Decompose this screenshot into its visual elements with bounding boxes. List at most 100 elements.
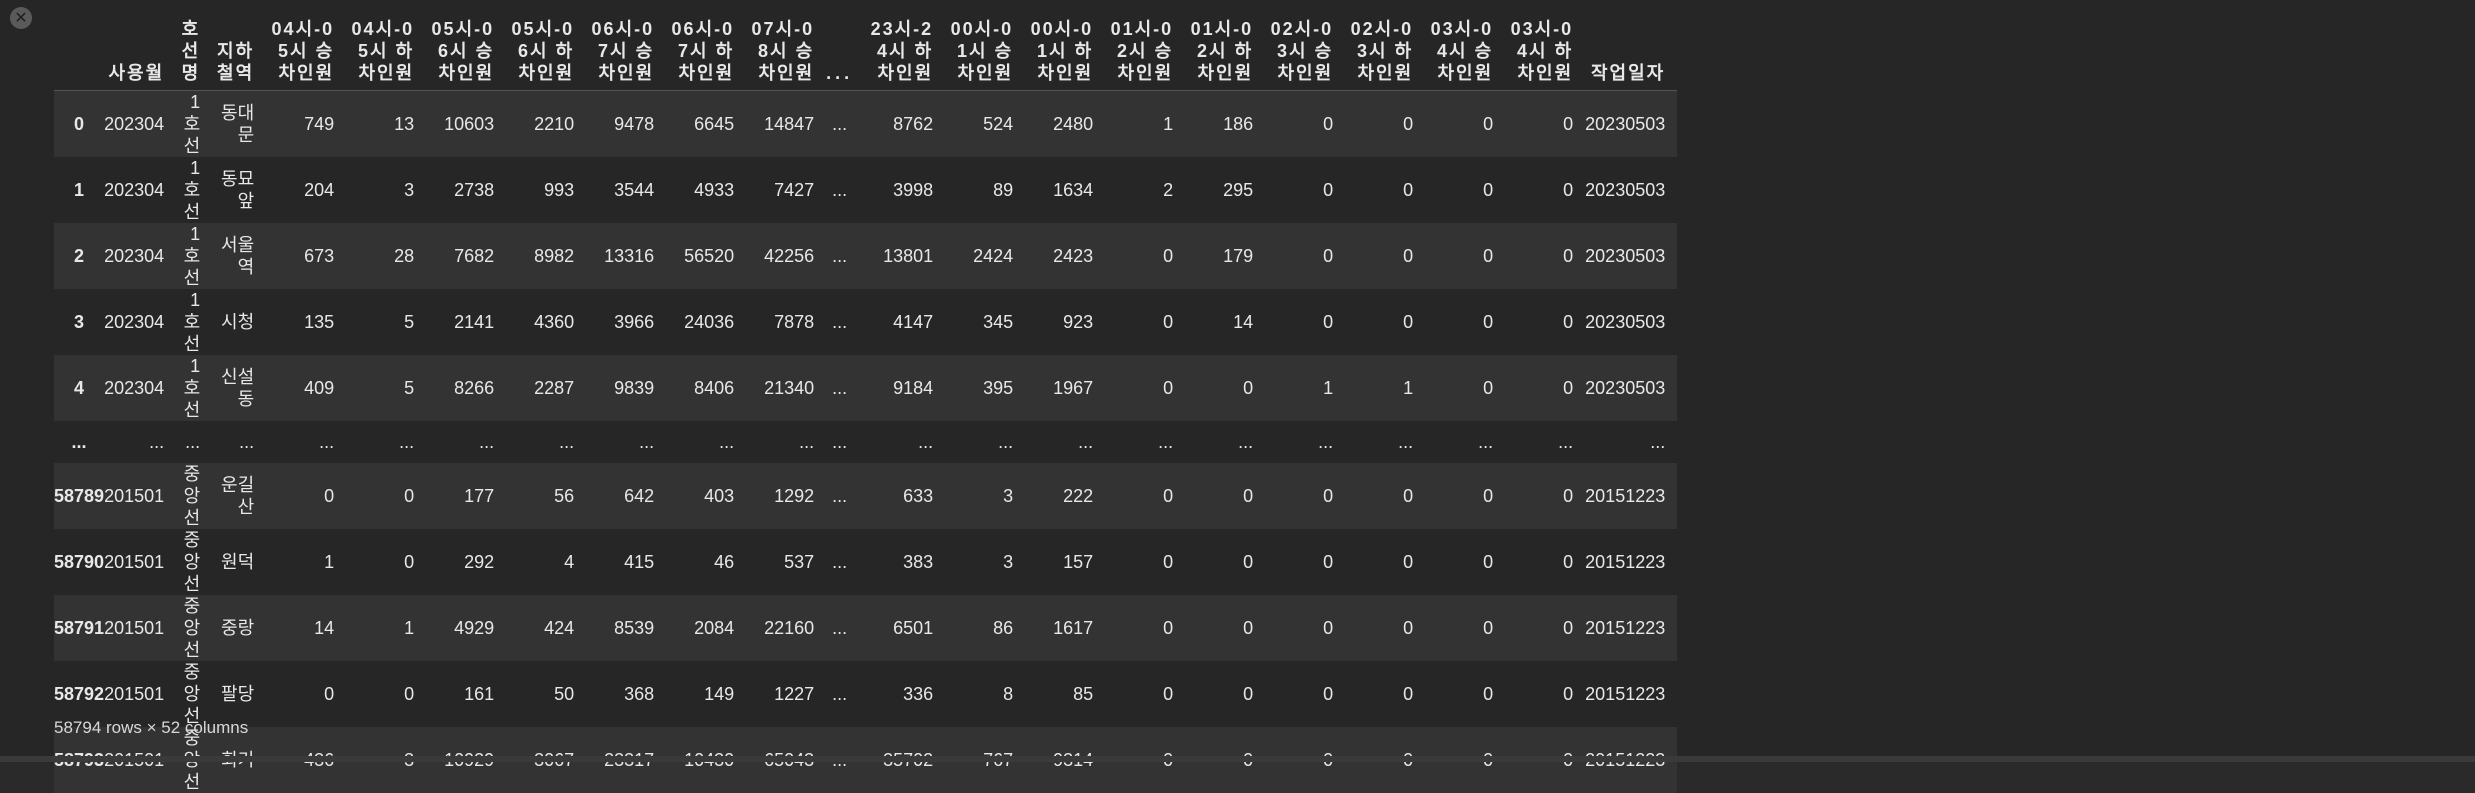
table-cell: ...: [998, 431, 1014, 452]
table-cell: 0: [1243, 377, 1254, 398]
column-header: 00시-01시 하차인원: [1025, 18, 1106, 91]
table-cell: ...: [1078, 431, 1094, 452]
table-cell: 0: [1243, 683, 1254, 704]
table-cell: 0: [1483, 245, 1494, 266]
table-cell: 중앙선: [183, 530, 201, 594]
table-cell: 14: [314, 617, 335, 638]
table-cell: ...: [918, 431, 934, 452]
table-cell: 3544: [614, 179, 655, 200]
table-cell: 5: [404, 377, 415, 398]
table-cell: 0: [1563, 617, 1574, 638]
table-cell: 0: [1323, 311, 1334, 332]
table-cell: 201501: [104, 617, 165, 638]
table-cell: 20151223: [1585, 485, 1666, 506]
table-cell: 0: [1163, 683, 1174, 704]
table-cell: 409: [304, 377, 335, 398]
table-cell: 424: [544, 617, 575, 638]
table-cell: 4147: [893, 311, 934, 332]
table-cell: 4: [564, 551, 575, 572]
table-cell: 403: [704, 485, 735, 506]
table-cell: 7682: [454, 245, 495, 266]
row-index: 4: [74, 377, 85, 398]
table-cell: 8406: [694, 377, 735, 398]
table-cell: 1634: [1053, 179, 1094, 200]
table-cell: ...: [832, 245, 848, 266]
table-cell: 8762: [893, 113, 934, 134]
table-cell: 2210: [534, 113, 575, 134]
column-header: 지하철역: [212, 18, 267, 91]
table-cell: 46: [714, 551, 735, 572]
column-header: 01시-02시 승차인원: [1105, 18, 1186, 91]
table-cell: ...: [832, 617, 848, 638]
table-cell: 8266: [454, 377, 495, 398]
table-cell: 0: [1323, 113, 1334, 134]
column-header: 02시-03시 하차인원: [1345, 18, 1426, 91]
table-cell: 0: [1163, 377, 1174, 398]
table-cell: 0: [1483, 311, 1494, 332]
table-cell: 시청: [221, 312, 255, 332]
table-cell: 동대문: [221, 103, 255, 145]
table-cell: 3998: [893, 179, 934, 200]
table-cell: 20230503: [1585, 311, 1666, 332]
row-index: 58789: [54, 485, 105, 506]
table-cell: ...: [832, 311, 848, 332]
table-cell: ...: [185, 431, 201, 452]
column-header: 작업일자: [1585, 18, 1678, 91]
table-cell: ...: [832, 551, 848, 572]
table-cell: 7427: [774, 179, 815, 200]
table-cell: 0: [1483, 683, 1494, 704]
table-cell: 1호선: [183, 290, 201, 354]
table-cell: 56: [554, 485, 575, 506]
column-header: 02시-03시 승차인원: [1265, 18, 1346, 91]
table-cell: 21340: [764, 377, 815, 398]
table-cell: 202304: [104, 377, 165, 398]
table-cell: 0: [1323, 551, 1334, 572]
table-cell: 395: [983, 377, 1014, 398]
table-cell: 0: [1483, 551, 1494, 572]
table-cell: 2: [1163, 179, 1174, 200]
table-row: 4 202304 1호선 신설동 409 5 8266 2287 9839 8406 21340..…: [54, 355, 1678, 421]
table-cell: ...: [239, 431, 255, 452]
table-cell: ...: [319, 431, 335, 452]
table-cell: ...: [832, 377, 848, 398]
table-cell: 원덕: [221, 552, 255, 572]
table-cell: 6645: [694, 113, 735, 134]
table-cell: ...: [832, 485, 848, 506]
table-cell: 222: [1063, 485, 1094, 506]
table-cell: 336: [903, 683, 934, 704]
horizontal-scrollbar[interactable]: [0, 756, 2475, 762]
table-cell: 중랑: [221, 618, 255, 638]
table-cell: 13801: [883, 245, 934, 266]
table-cell: 673: [304, 245, 335, 266]
table-cell: 0: [1243, 485, 1254, 506]
table-cell: 923: [1063, 311, 1094, 332]
close-output-icon[interactable]: ✕: [10, 7, 32, 29]
column-header: 23시-24시 하차인원: [865, 18, 946, 91]
table-cell: 202304: [104, 311, 165, 332]
table-cell: 0: [1483, 179, 1494, 200]
ellipsis-row: ........................................…: [54, 421, 1678, 463]
table-cell: ...: [1478, 431, 1494, 452]
column-header: 06시-07시 승차인원: [586, 18, 667, 91]
table-cell: 0: [1563, 485, 1574, 506]
table-cell: ...: [1158, 431, 1174, 452]
table-cell: 2738: [454, 179, 495, 200]
table-cell: 202304: [104, 245, 165, 266]
table-cell: 157: [1063, 551, 1094, 572]
row-index: 58790: [54, 551, 105, 572]
table-row: 58791 201501 중앙선 중랑 14 1 4929 424 8539 2084 22160.…: [54, 595, 1678, 661]
column-header: 06시-07시 하차인원: [666, 18, 747, 91]
table-cell: 368: [624, 683, 655, 704]
table-cell: 2084: [694, 617, 735, 638]
table-cell: 0: [1163, 485, 1174, 506]
table-cell: 2287: [534, 377, 575, 398]
table-cell: ...: [1650, 431, 1666, 452]
table-cell: 6501: [893, 617, 934, 638]
row-index: 58791: [54, 617, 105, 638]
table-cell: 1227: [774, 683, 815, 704]
table-cell: 2424: [973, 245, 1014, 266]
table-cell: 3: [1003, 485, 1014, 506]
table-cell: 135: [304, 311, 335, 332]
table-cell: 0: [1243, 551, 1254, 572]
table-cell: 신설동: [221, 367, 255, 409]
